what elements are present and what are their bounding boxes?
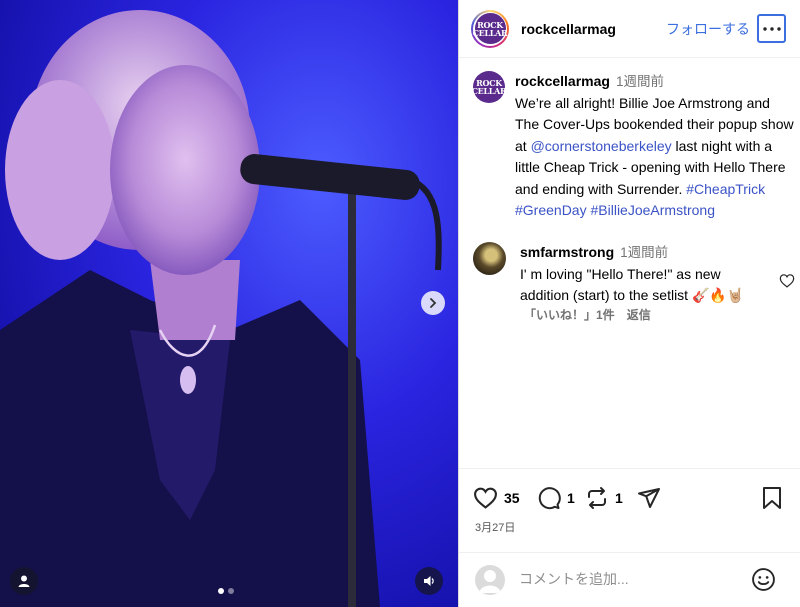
hashtag-link[interactable]: #GreenDay	[515, 202, 587, 218]
comment-button[interactable]: 1	[537, 486, 575, 510]
author-avatar[interactable]: ROCK CELLAR	[471, 9, 509, 48]
repost-button[interactable]: 1	[585, 486, 623, 510]
follow-button[interactable]: フォローする	[666, 19, 750, 39]
repost-icon	[588, 487, 606, 509]
comment-input[interactable]	[519, 568, 739, 590]
more-options-button[interactable]	[757, 14, 786, 43]
author-username[interactable]: rockcellarmag	[521, 21, 616, 37]
post-media[interactable]	[0, 0, 458, 607]
comments-section: ROCK CELLAR rockcellarmag 1週間前 We’re all …	[459, 58, 800, 468]
send-icon	[638, 488, 660, 508]
heart-icon	[474, 487, 497, 509]
tagged-users-button[interactable]	[10, 567, 38, 595]
post-actions: 35 1 1 3月27日	[459, 468, 800, 552]
audio-toggle-button[interactable]	[415, 567, 443, 595]
add-comment-bar	[459, 552, 800, 607]
concert-photo	[0, 0, 458, 607]
carousel-dot-active	[218, 588, 224, 594]
speaker-icon	[424, 576, 434, 586]
default-user-icon	[479, 570, 501, 593]
carousel-dot	[228, 588, 234, 594]
post-sidebar: ROCK CELLAR rockcellarmag フォローする ROCK CE…	[458, 0, 800, 607]
comment-count: 1	[567, 490, 575, 506]
bookmark-icon	[763, 487, 781, 509]
comment-likes-count[interactable]: 「いいね！」1件	[524, 306, 615, 323]
more-horizontal-icon	[762, 26, 781, 31]
caption-avatar[interactable]: ROCK CELLAR	[471, 71, 507, 103]
emoji-icon[interactable]	[751, 567, 776, 592]
user-icon	[18, 575, 30, 587]
comment-meta: 「いいね！」1件 返信	[524, 306, 651, 323]
comment-icon	[538, 487, 561, 510]
like-count: 35	[504, 489, 520, 506]
logo-text-line2: CELLAR	[471, 86, 507, 96]
save-button[interactable]	[761, 486, 783, 510]
hashtag-link[interactable]: #BillieJoeArmstrong	[590, 202, 715, 218]
commenter-username[interactable]: smfarmstrong	[520, 244, 614, 260]
post-header: ROCK CELLAR rockcellarmag フォローする	[459, 0, 800, 58]
comment-time[interactable]: 1週間前	[620, 245, 668, 260]
rock-cellar-logo: ROCK CELLAR	[472, 13, 508, 44]
reply-button[interactable]: 返信	[627, 306, 651, 323]
current-user-avatar	[475, 565, 505, 595]
carousel-indicator	[218, 588, 234, 594]
caption-time[interactable]: 1週間前	[616, 74, 664, 89]
comment-text: I' m loving "Hello There!" as new additi…	[520, 265, 745, 304]
hashtag-link[interactable]: #CheapTrick	[686, 181, 765, 197]
caption-username[interactable]: rockcellarmag	[515, 73, 610, 89]
caption-body: rockcellarmag 1週間前 We’re all alright! Bil…	[515, 71, 795, 222]
like-button[interactable]: 35	[473, 486, 520, 509]
commenter-avatar[interactable]	[473, 242, 506, 275]
comment-like-icon[interactable]	[779, 273, 795, 288]
repost-count: 1	[615, 490, 623, 506]
post-date[interactable]: 3月27日	[475, 519, 515, 535]
comment-body: smfarmstrong 1週間前 I' m loving "Hello Ther…	[520, 242, 760, 307]
share-button[interactable]	[637, 486, 661, 510]
logo-text-line2: CELLAR	[472, 27, 508, 38]
next-slide-button[interactable]	[421, 291, 445, 315]
chevron-right-icon	[430, 298, 437, 308]
mention-link[interactable]: @cornerstoneberkeley	[531, 138, 672, 154]
